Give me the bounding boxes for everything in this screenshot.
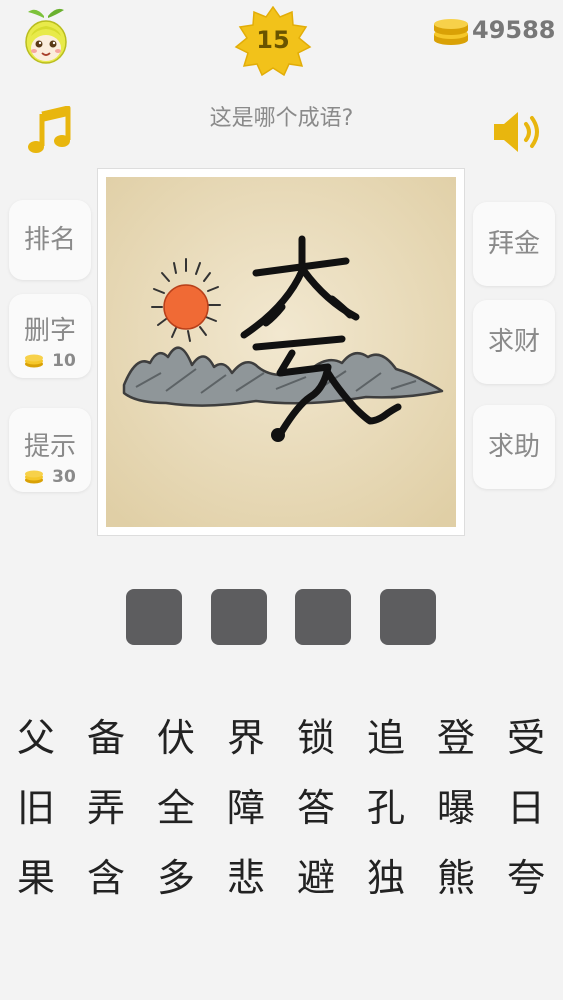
worship-gold-label: 拜金 — [487, 229, 540, 259]
char-choice[interactable]: 孔 — [356, 778, 416, 838]
hint-cost-value: 30 — [52, 467, 76, 487]
answer-slot[interactable] — [126, 589, 182, 645]
char-choice[interactable]: 独 — [356, 848, 416, 908]
seek-wealth-label: 求财 — [487, 327, 540, 357]
char-choice[interactable]: 受 — [496, 708, 556, 768]
ask-help-label: 求助 — [487, 432, 540, 462]
char-choice[interactable]: 悲 — [216, 848, 276, 908]
hint-label: 提示 — [23, 432, 76, 462]
char-choice[interactable]: 含 — [76, 848, 136, 908]
char-choice[interactable]: 界 — [216, 708, 276, 768]
char-choice[interactable]: 旧 — [6, 778, 66, 838]
worship-gold-button[interactable]: 拜金 — [473, 202, 555, 286]
char-choice[interactable]: 登 — [426, 708, 486, 768]
char-choice[interactable]: 备 — [76, 708, 136, 768]
coin-icon — [25, 470, 44, 484]
puzzle-image — [106, 177, 456, 527]
delete-char-button[interactable]: 删字 10 — [9, 294, 91, 378]
char-choice[interactable]: 避 — [286, 848, 346, 908]
coin-stack-icon — [434, 19, 468, 45]
char-choice[interactable]: 日 — [496, 778, 556, 838]
char-choice[interactable]: 熊 — [426, 848, 486, 908]
question-text: 这是哪个成语? — [209, 106, 354, 131]
mascot-icon[interactable] — [22, 6, 70, 66]
char-choice[interactable]: 伏 — [146, 708, 206, 768]
ask-help-button[interactable]: 求助 — [473, 405, 555, 489]
char-choice[interactable]: 全 — [146, 778, 206, 838]
delete-char-label: 删字 — [23, 316, 76, 346]
answer-slot[interactable] — [211, 589, 267, 645]
sun — [163, 284, 209, 330]
coin-count: 49588 — [472, 16, 556, 44]
speaker-icon[interactable] — [490, 108, 546, 156]
char-choice[interactable]: 弄 — [76, 778, 136, 838]
seek-wealth-button[interactable]: 求财 — [473, 300, 555, 384]
char-choice[interactable]: 多 — [146, 848, 206, 908]
char-choice[interactable]: 果 — [6, 848, 66, 908]
char-choice[interactable]: 夸 — [496, 848, 556, 908]
level-number: 15 — [256, 26, 290, 54]
rank-label: 排名 — [23, 225, 76, 255]
char-choice[interactable]: 障 — [216, 778, 276, 838]
delete-char-cost-value: 10 — [52, 351, 76, 371]
char-choice[interactable]: 曝 — [426, 778, 486, 838]
coin-icon — [25, 354, 44, 368]
rank-button[interactable]: 排名 — [9, 200, 91, 280]
char-choice[interactable]: 追 — [356, 708, 416, 768]
char-choice[interactable]: 锁 — [286, 708, 346, 768]
delete-char-cost: 10 — [9, 351, 91, 371]
char-choice[interactable]: 答 — [286, 778, 346, 838]
answer-slot[interactable] — [295, 589, 351, 645]
hint-button[interactable]: 提示 30 — [9, 408, 91, 492]
hint-cost: 30 — [9, 467, 91, 487]
char-choice[interactable]: 父 — [6, 708, 66, 768]
answer-slot[interactable] — [380, 589, 436, 645]
